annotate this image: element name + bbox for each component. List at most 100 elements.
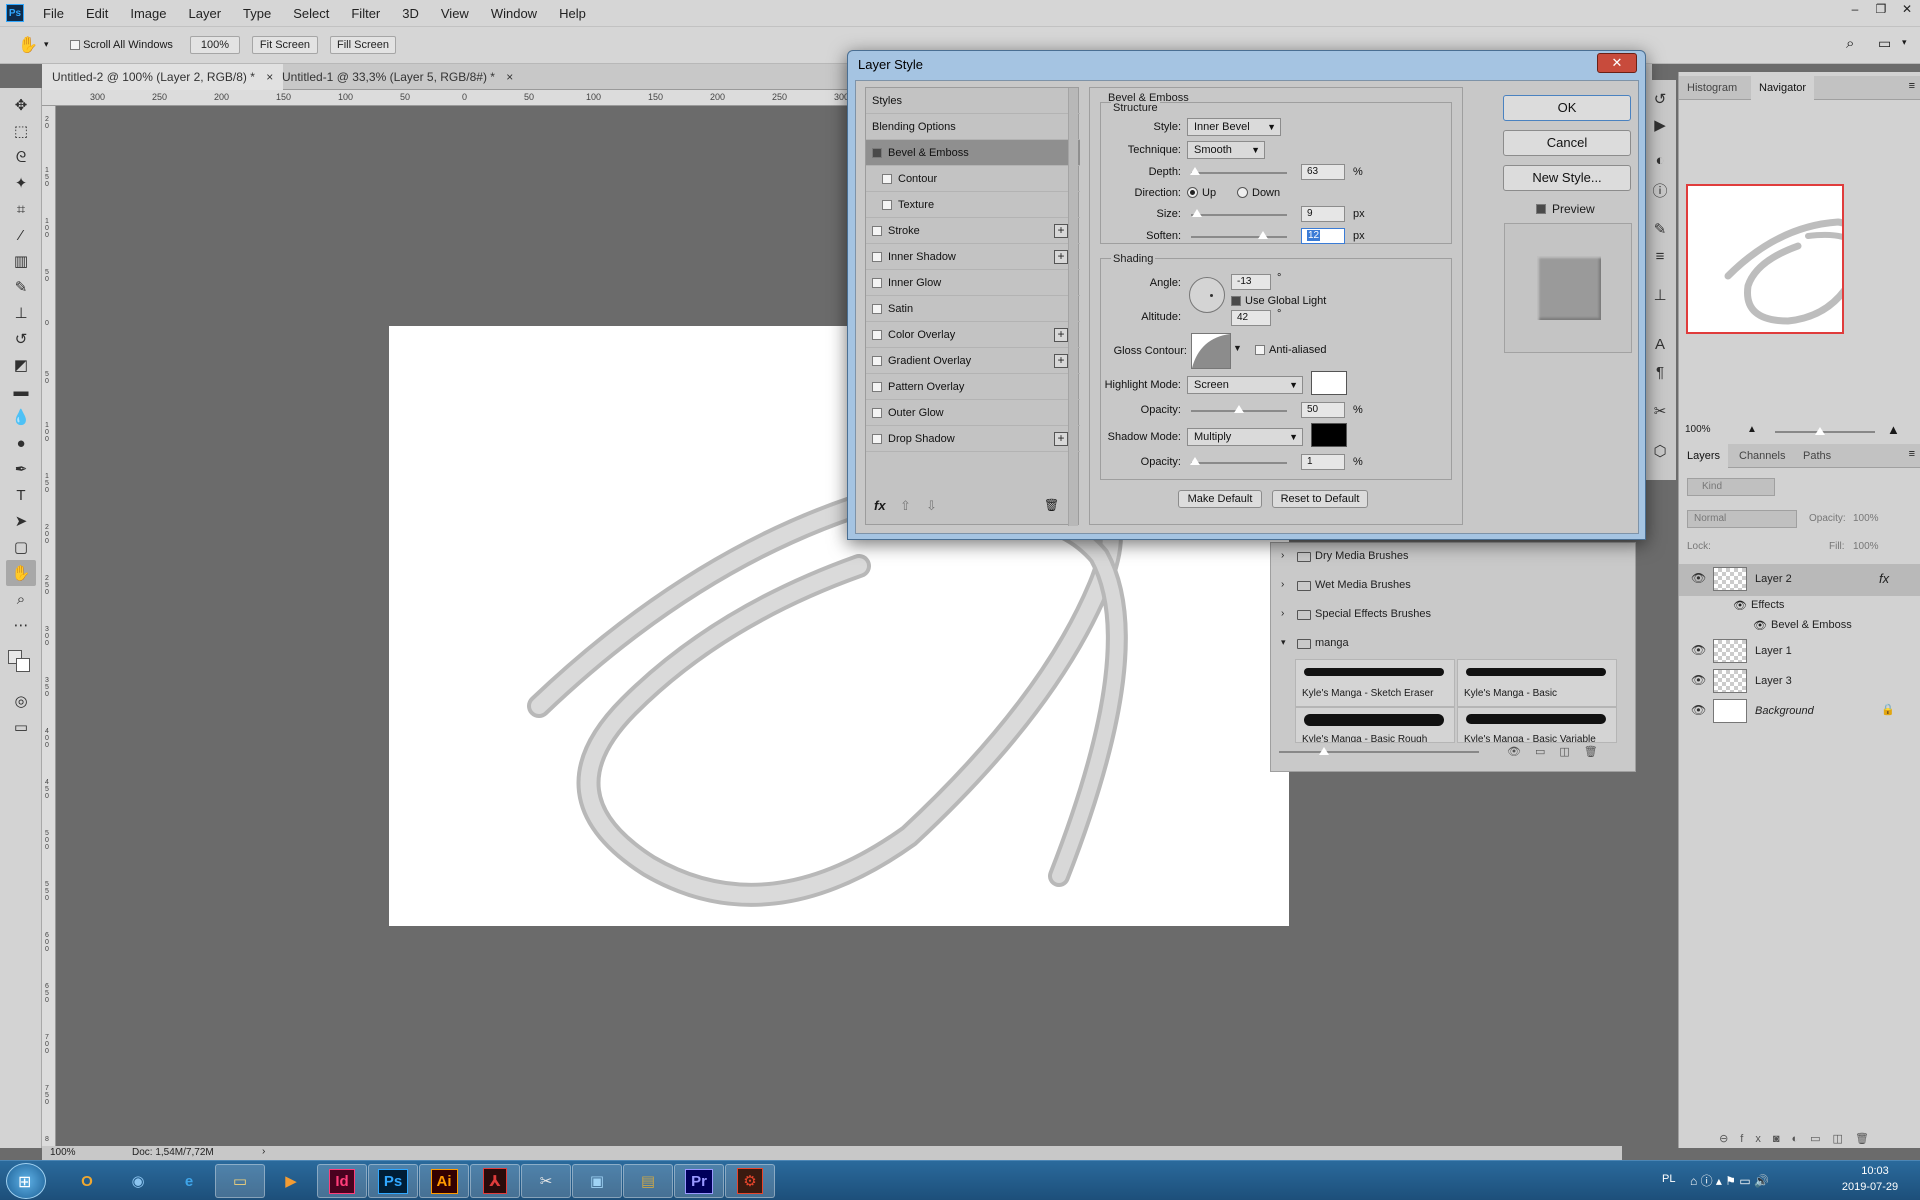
direction-up-radio[interactable]: [1187, 187, 1198, 198]
angle-input[interactable]: -13: [1231, 274, 1271, 290]
highlight-color-swatch[interactable]: [1311, 371, 1347, 395]
bevel-style-select[interactable]: Inner Bevel ▼: [1187, 118, 1281, 136]
adjustments-icon[interactable]: ◐: [1650, 152, 1670, 172]
style-item-checkbox[interactable]: [872, 252, 882, 262]
brush-preset[interactable]: Kyle's Manga - Basic: [1457, 659, 1617, 707]
chevron-right-icon[interactable]: ›: [1281, 550, 1284, 561]
brush-preset[interactable]: Kyle's Manga - Basic Variable: [1457, 707, 1617, 743]
minimize-icon[interactable]: –: [1842, 0, 1868, 20]
pen-tool-icon[interactable]: ✒: [6, 456, 36, 482]
style-item-checkbox[interactable]: [882, 200, 892, 210]
menu-layer[interactable]: Layer: [178, 6, 233, 21]
layer-effect-bevel-row[interactable]: 👁 Bevel & Emboss: [1679, 616, 1920, 636]
add-effect-icon[interactable]: +: [1054, 354, 1068, 368]
brushes-panel-actions[interactable]: 👁▭◫🗑: [1507, 745, 1612, 758]
layer-row-layer-3[interactable]: 👁 Layer 3: [1679, 666, 1920, 696]
move-up-icon[interactable]: ⇧: [900, 498, 911, 514]
shadow-opacity-input[interactable]: 1: [1301, 454, 1345, 470]
chevron-down-icon[interactable]: ▼: [1233, 343, 1242, 353]
eraser-tool-icon[interactable]: ◩: [6, 352, 36, 378]
quick-mask-icon[interactable]: ◎: [6, 688, 36, 714]
depth-slider-knob[interactable]: [1190, 167, 1200, 175]
menu-filter[interactable]: Filter: [340, 6, 391, 21]
soften-slider-knob[interactable]: [1258, 231, 1268, 239]
status-menu-arrow[interactable]: ›: [262, 1146, 265, 1157]
zoom-out-icon[interactable]: ▲: [1747, 424, 1757, 435]
brush-folder-dry-media[interactable]: › Dry Media Brushes: [1271, 543, 1637, 572]
direction-down-radio[interactable]: [1237, 187, 1248, 198]
brush-settings-icon[interactable]: ✎: [1650, 220, 1670, 240]
navigator-preview[interactable]: [1686, 184, 1864, 334]
altitude-input[interactable]: 42: [1231, 310, 1271, 326]
shadow-mode-select[interactable]: Multiply ▼: [1187, 428, 1303, 446]
style-item-checkbox[interactable]: [872, 330, 882, 340]
brush-size-knob[interactable]: [1319, 747, 1329, 755]
menu-3d[interactable]: 3D: [391, 6, 430, 21]
style-item-bevel-emboss[interactable]: Bevel & Emboss: [866, 140, 1080, 166]
menu-window[interactable]: Window: [480, 6, 548, 21]
history-brush-tool-icon[interactable]: ↺: [6, 326, 36, 352]
menu-view[interactable]: View: [430, 6, 480, 21]
visibility-eye-icon[interactable]: 👁: [1753, 619, 1767, 632]
taskbar-outlook-icon[interactable]: O: [62, 1164, 112, 1198]
tab-navigator[interactable]: Navigator: [1751, 76, 1815, 100]
size-slider-knob[interactable]: [1192, 209, 1202, 217]
move-down-icon[interactable]: ⇩: [926, 498, 937, 514]
style-item-checkbox[interactable]: [872, 356, 882, 366]
delete-effect-icon[interactable]: 🗑: [1044, 498, 1059, 512]
tab-close-icon[interactable]: ×: [506, 70, 513, 84]
style-item-checkbox[interactable]: [872, 226, 882, 236]
visibility-eye-icon[interactable]: 👁: [1733, 599, 1747, 612]
start-button[interactable]: ⊞: [6, 1163, 46, 1199]
zoom-100-button[interactable]: 100%: [190, 36, 240, 54]
gloss-contour-picker[interactable]: [1191, 333, 1231, 369]
add-effect-icon[interactable]: +: [1054, 224, 1068, 238]
healing-brush-tool-icon[interactable]: ▥: [6, 248, 36, 274]
actions-icon[interactable]: ▶: [1650, 116, 1670, 136]
style-item-drop-shadow[interactable]: Drop Shadow +: [866, 426, 1080, 452]
taskbar-remote-desktop-icon[interactable]: ▣: [572, 1164, 622, 1198]
3d-icon[interactable]: ⬡: [1650, 442, 1670, 462]
magic-wand-tool-icon[interactable]: ✦: [6, 170, 36, 196]
style-item-contour[interactable]: Contour: [866, 166, 1080, 192]
taskbar-acrobat-icon[interactable]: ⅄: [470, 1164, 520, 1198]
tab-untitled-2[interactable]: Untitled-2 @ 100% (Layer 2, RGB/8) * ×: [42, 64, 284, 90]
angle-dial[interactable]: [1189, 277, 1225, 313]
taskbar-finder-icon[interactable]: ◉: [113, 1164, 163, 1198]
taskbar-snipping-icon[interactable]: ✂: [521, 1164, 571, 1198]
taskbar-premiere-icon[interactable]: Pr: [674, 1164, 724, 1198]
hand-tool-icon[interactable]: ✋: [18, 35, 38, 55]
style-item-inner-shadow[interactable]: Inner Shadow +: [866, 244, 1080, 270]
close-icon[interactable]: ✕: [1894, 0, 1920, 20]
brush-folder-manga[interactable]: ▾ manga: [1271, 630, 1637, 659]
kind-filter-select[interactable]: Kind: [1687, 478, 1775, 496]
highlight-mode-select[interactable]: Screen ▼: [1187, 376, 1303, 394]
brush-preset[interactable]: Kyle's Manga - Basic Rough: [1295, 707, 1455, 743]
shadow-opacity-slider[interactable]: [1191, 462, 1287, 464]
tab-untitled-1[interactable]: Untitled-1 @ 33,3% (Layer 5, RGB/8#) * ×: [272, 64, 523, 90]
status-zoom[interactable]: 100%: [50, 1147, 76, 1158]
menu-image[interactable]: Image: [119, 6, 177, 21]
style-item-color-overlay[interactable]: Color Overlay +: [866, 322, 1080, 348]
technique-select[interactable]: Smooth ▼: [1187, 141, 1265, 159]
fill-value[interactable]: 100%: [1853, 541, 1879, 552]
visibility-eye-icon[interactable]: 👁: [1691, 703, 1706, 717]
style-item-stroke[interactable]: Stroke +: [866, 218, 1080, 244]
styles-header[interactable]: Styles: [866, 88, 1080, 114]
restore-icon[interactable]: ❐: [1868, 0, 1894, 20]
anti-aliased-checkbox[interactable]: [1255, 345, 1265, 355]
menu-type[interactable]: Type: [232, 6, 282, 21]
clone-stamp-tool-icon[interactable]: ⊥: [6, 300, 36, 326]
styles-scrollbar[interactable]: [1068, 88, 1078, 526]
layer-row-layer-1[interactable]: 👁 Layer 1: [1679, 636, 1920, 666]
brush-size-slider[interactable]: [1279, 751, 1479, 753]
taskbar-photoshop-icon[interactable]: Ps: [368, 1164, 418, 1198]
add-effect-icon[interactable]: +: [1054, 250, 1068, 264]
taskbar-file-explorer-icon[interactable]: ▭: [215, 1164, 265, 1198]
fx-menu-icon[interactable]: fx: [874, 498, 886, 513]
layer-effects-row[interactable]: 👁 Effects: [1679, 596, 1920, 616]
path-selection-tool-icon[interactable]: ➤: [6, 508, 36, 534]
more-tools-icon[interactable]: ⋯: [6, 612, 36, 638]
eyedropper-tool-icon[interactable]: ⁄: [6, 222, 36, 248]
scroll-all-windows-checkbox[interactable]: [70, 40, 80, 51]
